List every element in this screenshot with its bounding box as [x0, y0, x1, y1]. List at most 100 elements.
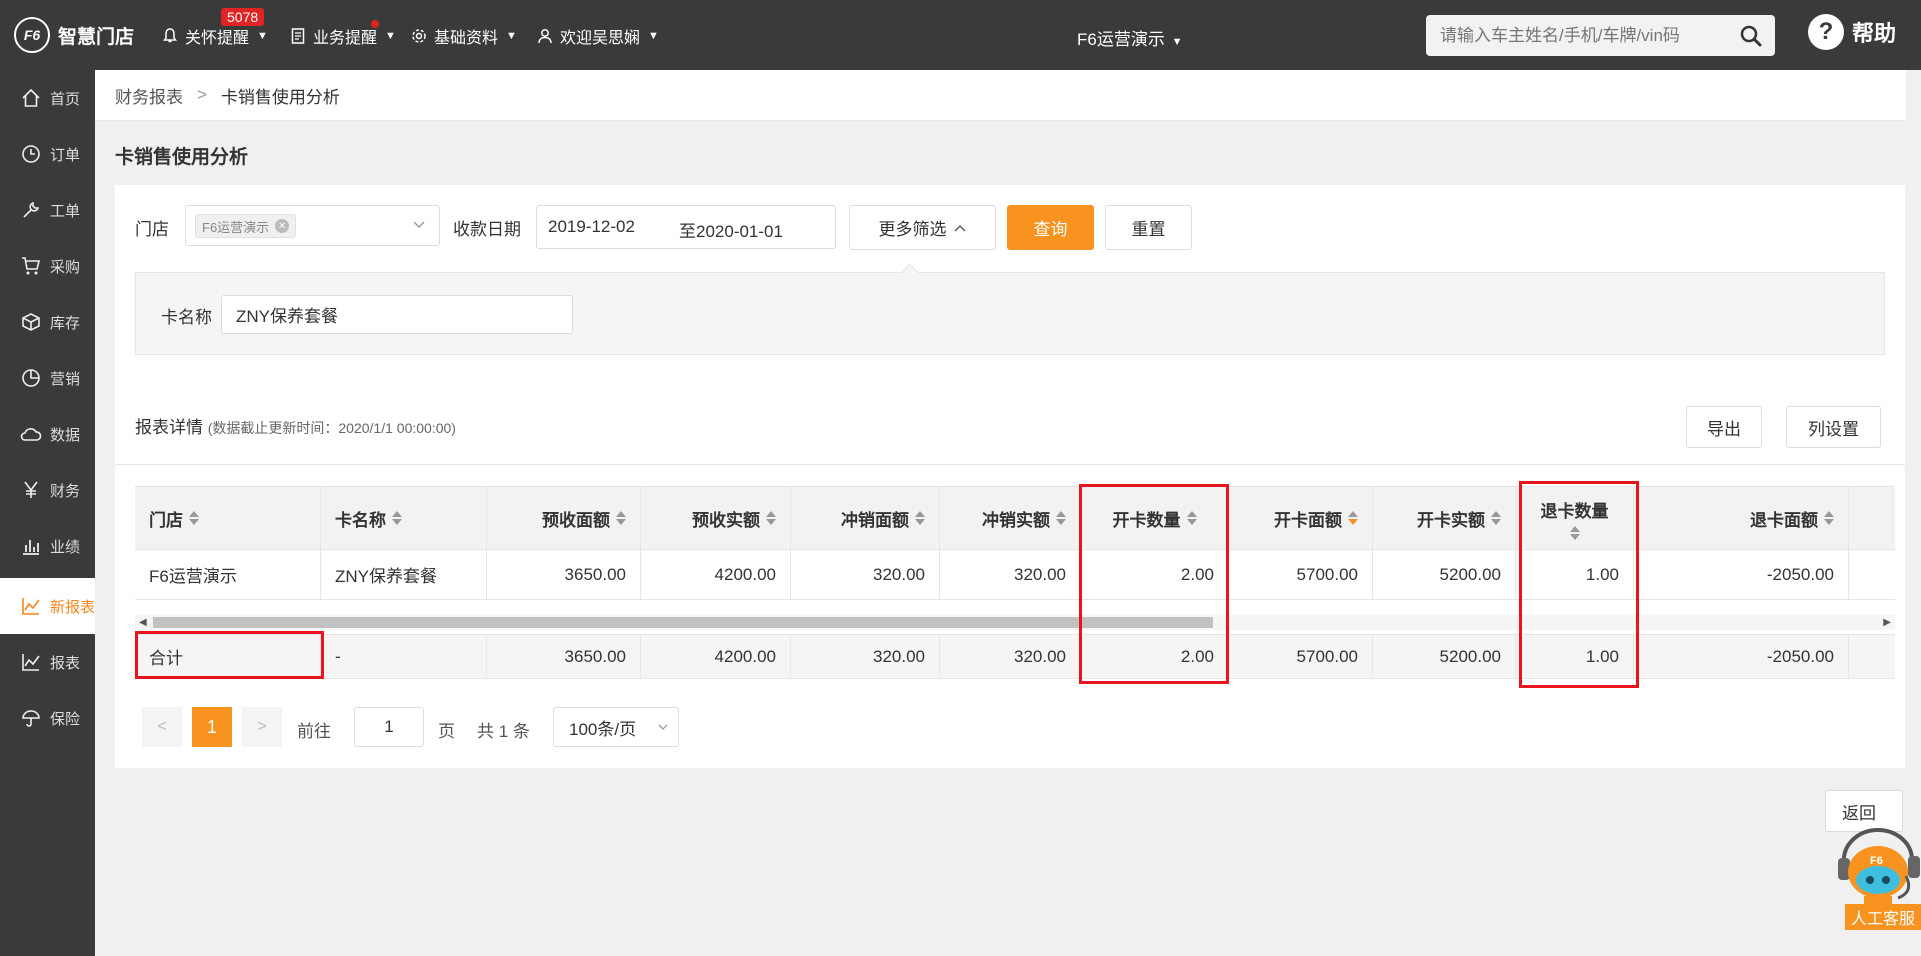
bell-icon [161, 27, 179, 45]
summary-cell: 320.00 [791, 635, 940, 678]
next-page-button[interactable]: > [242, 707, 282, 747]
sidebar-item-workorders[interactable]: 工单 [0, 182, 95, 238]
sidebar-item-finance[interactable]: 财务 [0, 462, 95, 518]
help-label: 帮助 [1852, 21, 1897, 46]
sidebar-item-label: 库存 [50, 314, 81, 332]
summary-cell: 合计 [135, 635, 321, 678]
sort-icon[interactable] [1491, 511, 1501, 525]
table-row[interactable]: F6运营演示 ZNY保养套餐 3650.00 4200.00 320.00 32… [135, 549, 1895, 600]
column-header-label: 冲销面额 [841, 510, 909, 530]
yen-icon [20, 479, 42, 501]
column-header-label: 退卡数量 [1540, 501, 1609, 521]
cart-icon [20, 255, 42, 277]
table-header: 门店 卡名称 预收面额 预收实额 冲销面额 冲销实额 开卡数量 开卡面额 开卡实… [135, 486, 1895, 549]
summary-cell: 5200.00 [1373, 635, 1516, 678]
column-header[interactable]: 开卡面额 [1229, 487, 1373, 549]
table-summary-row: 合计 - 3650.00 4200.00 320.00 320.00 2.00 … [135, 634, 1895, 679]
help-button[interactable]: ? 帮助 [1808, 14, 1896, 50]
sort-icon[interactable] [1569, 525, 1580, 540]
summary-cell: 320.00 [940, 635, 1081, 678]
breadcrumb-parent[interactable]: 财务报表 [115, 83, 183, 108]
sidebar-item-label: 保险 [50, 710, 81, 728]
line-chart-icon [20, 595, 42, 617]
date-range-picker[interactable]: 2019-12-02 至2020-01-01 [536, 205, 836, 249]
sidebar-item-orders[interactable]: 订单 [0, 126, 95, 182]
column-header-label: 开卡面额 [1274, 510, 1342, 530]
top-bar: F6 智慧门店 关怀提醒 ▼ 5078 业务提醒 ▼ 基础资料 ▼ 欢迎吴思娴 … [0, 0, 1921, 70]
column-header[interactable]: 退卡面额 [1634, 487, 1849, 549]
care-reminder-menu[interactable]: 关怀提醒 ▼ 5078 [161, 8, 268, 48]
sidebar-item-insurance[interactable]: 保险 [0, 690, 95, 746]
goto-page-input[interactable]: 1 [354, 707, 424, 747]
prev-page-button[interactable]: < [142, 707, 182, 747]
sort-icon[interactable] [915, 511, 925, 525]
org-switcher[interactable]: F6运营演示 ▼ [1077, 25, 1182, 50]
card-name-input[interactable] [221, 295, 573, 334]
column-header[interactable]: 退卡数量 [1516, 487, 1634, 549]
more-filter-button[interactable]: 更多筛选 [849, 205, 996, 250]
sidebar-item-label: 数据 [50, 426, 81, 444]
date-to: 至2020-01-01 [679, 222, 783, 241]
sidebar-item-new-reports[interactable]: 新报表 [0, 578, 95, 634]
store-select[interactable]: F6运营演示 ✕ [185, 205, 440, 246]
page-size-select[interactable]: 100条/页 [553, 707, 679, 747]
column-header[interactable]: 预收面额 [487, 487, 641, 549]
cloud-icon [20, 423, 42, 445]
sidebar-item-reports[interactable]: 报表 [0, 634, 95, 690]
sidebar-item-purchase[interactable]: 采购 [0, 238, 95, 294]
sidebar-item-data[interactable]: 数据 [0, 406, 95, 462]
sort-icon[interactable] [392, 511, 402, 525]
column-settings-button[interactable]: 列设置 [1786, 406, 1881, 448]
summary-cell-overflow [1849, 635, 1895, 678]
scrollbar-thumb[interactable] [153, 617, 1213, 628]
sort-icon[interactable] [766, 511, 776, 525]
sidebar-item-performance[interactable]: 业绩 [0, 518, 95, 574]
sort-icon[interactable] [1824, 511, 1834, 525]
wrench-icon [20, 199, 42, 221]
horizontal-scrollbar[interactable]: ◀ ▶ [135, 615, 1895, 630]
search-icon[interactable] [1739, 24, 1763, 48]
export-button[interactable]: 导出 [1686, 406, 1762, 448]
column-header[interactable]: 开卡实额 [1373, 487, 1516, 549]
reset-button[interactable]: 重置 [1105, 205, 1192, 250]
page-number-current[interactable]: 1 [192, 707, 232, 747]
column-header[interactable]: 预收实额 [641, 487, 791, 549]
sort-icon[interactable] [1186, 511, 1197, 525]
summary-cell: 5700.00 [1229, 635, 1373, 678]
query-button[interactable]: 查询 [1007, 205, 1094, 250]
umbrella-icon [20, 707, 42, 729]
column-header-label: 卡名称 [335, 510, 386, 530]
sort-icon[interactable] [1056, 511, 1066, 525]
user-icon [536, 27, 554, 45]
robot-mascot-icon[interactable]: F6 [1838, 800, 1921, 956]
column-header[interactable]: 门店 [135, 487, 321, 549]
sort-icon-active[interactable] [1348, 511, 1358, 525]
scroll-left-icon[interactable]: ◀ [139, 617, 147, 628]
sort-icon[interactable] [189, 511, 199, 525]
basic-data-menu[interactable]: 基础资料 ▼ [410, 24, 517, 48]
report-panel: 报表详情 (数据截止更新时间：2020/1/1 00:00:00) 导出 列设置… [115, 393, 1905, 768]
scroll-right-icon[interactable]: ▶ [1883, 617, 1891, 628]
sidebar-item-inventory[interactable]: 库存 [0, 294, 95, 350]
sidebar-item-home[interactable]: 首页 [0, 70, 95, 126]
column-header[interactable]: 卡名称 [321, 487, 487, 549]
brand-logo[interactable]: F6 智慧门店 [14, 17, 134, 53]
sidebar-item-marketing[interactable]: 营销 [0, 350, 95, 406]
table-cell: 4200.00 [641, 550, 791, 599]
search-input[interactable] [1426, 15, 1775, 56]
chevron-down-icon: ▼ [648, 30, 659, 42]
home-icon [20, 87, 42, 109]
summary-cell: 1.00 [1516, 635, 1634, 678]
chevron-down-icon [658, 724, 668, 730]
sort-icon[interactable] [616, 511, 626, 525]
column-header[interactable]: 冲销面额 [791, 487, 940, 549]
user-menu[interactable]: 欢迎吴思娴 ▼ [536, 24, 659, 48]
close-icon[interactable]: ✕ [275, 219, 290, 233]
svg-text:F6: F6 [1870, 855, 1883, 867]
column-header[interactable]: 开卡数量 [1081, 487, 1229, 549]
customer-service-label[interactable]: 人工客服 [1845, 904, 1921, 930]
business-reminder-menu[interactable]: 业务提醒 ▼ [289, 20, 396, 48]
column-header-label: 预收实额 [692, 510, 760, 530]
column-header[interactable]: 冲销实额 [940, 487, 1081, 549]
table-cell: 320.00 [791, 550, 940, 599]
